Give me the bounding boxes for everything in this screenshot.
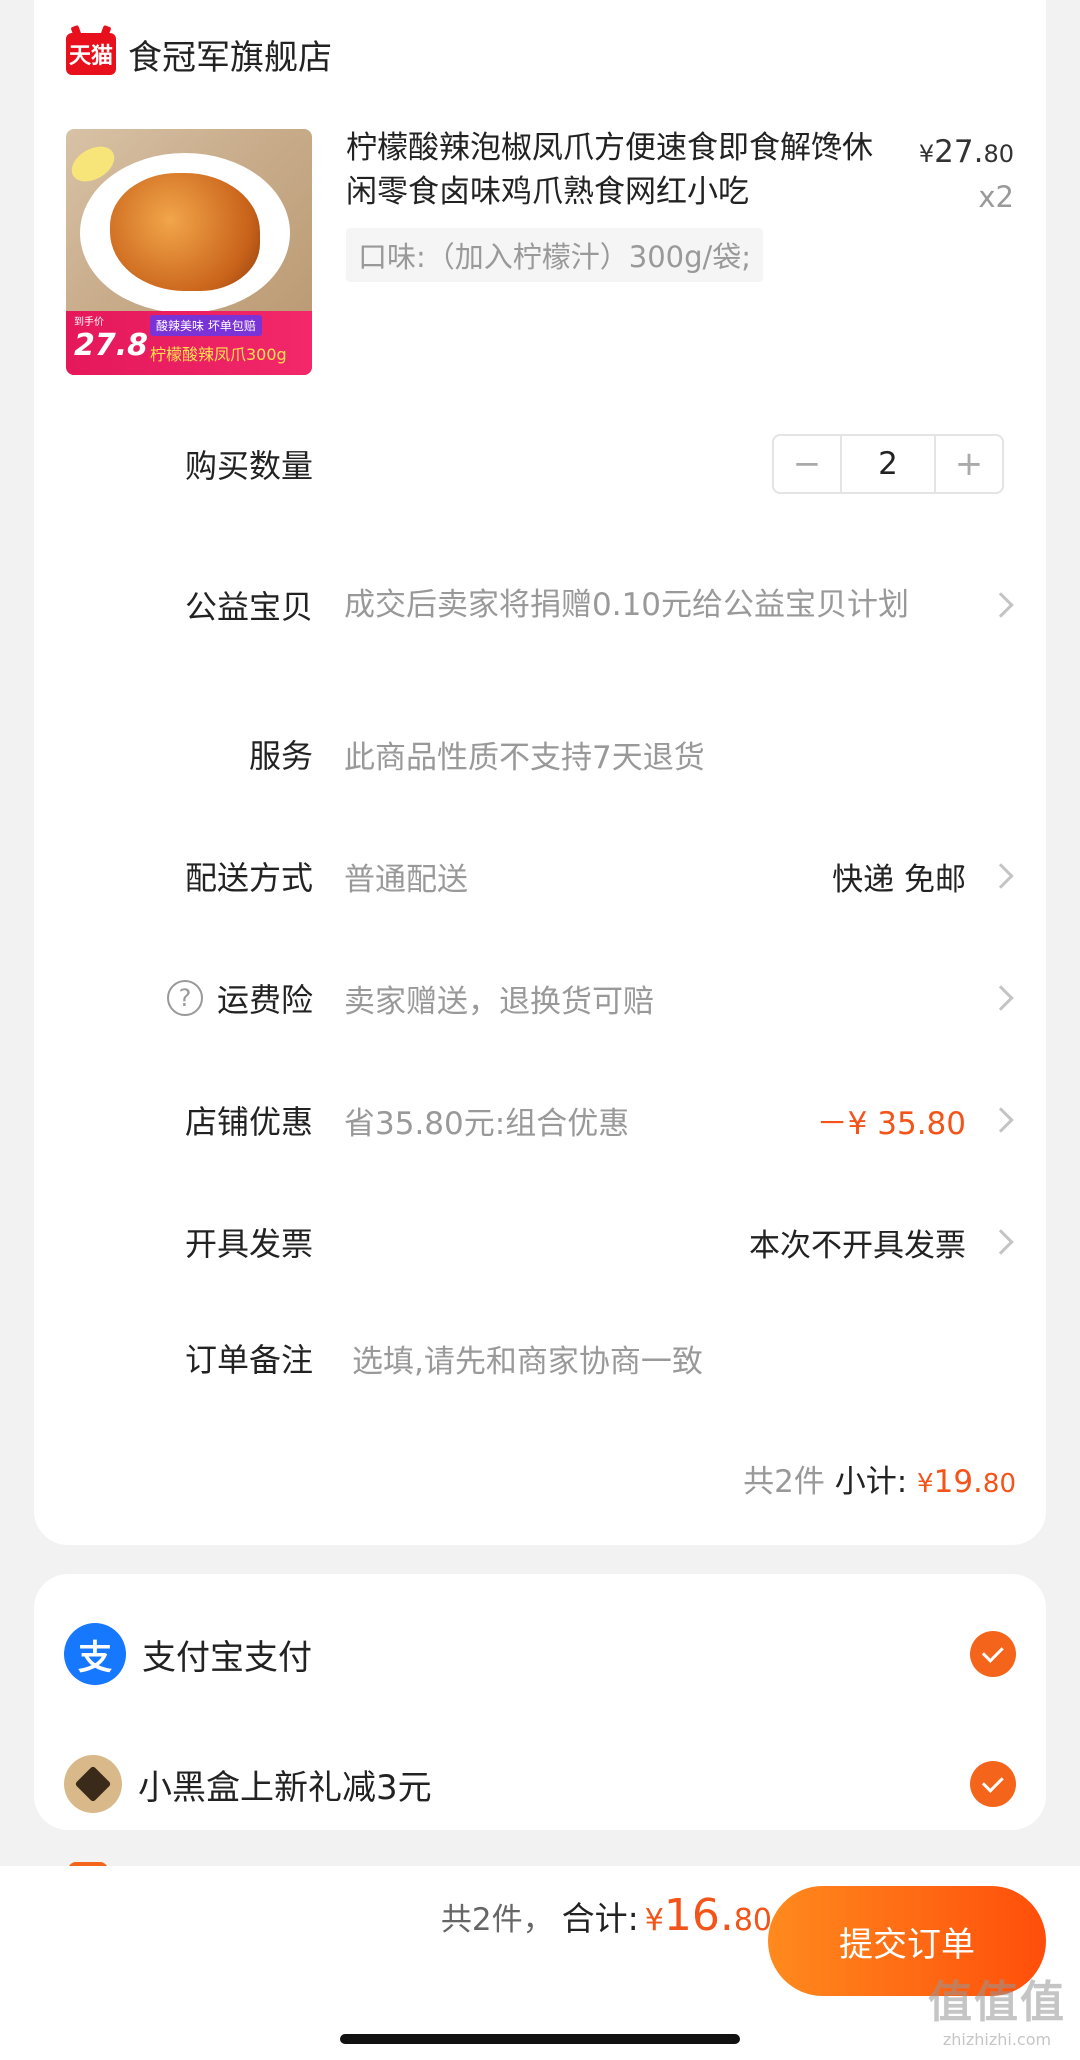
charity-value: 成交后卖家将捐赠0.10元给公益宝贝计划: [344, 587, 910, 623]
alipay-label: 支付宝支付: [142, 1637, 312, 1678]
checkmark-icon[interactable]: [970, 1631, 1016, 1677]
checkmark-icon[interactable]: [970, 1761, 1016, 1807]
product-image[interactable]: 到手价 27.8 酸辣美味 坏单包赔 柠檬酸辣凤爪300g: [66, 129, 312, 375]
delivery-method: 快递 免邮: [832, 861, 966, 898]
delivery-label: 配送方式: [184, 859, 313, 897]
chevron-right-icon: [988, 863, 1014, 889]
quantity-value[interactable]: 2: [840, 436, 936, 492]
tmall-logo-icon: 天猫: [66, 33, 116, 75]
unit-price: ¥27.80: [918, 134, 1014, 170]
service-value: 此商品性质不支持7天退货: [344, 739, 705, 776]
store-header[interactable]: 天猫 食冠军旗舰店: [66, 26, 332, 82]
service-row: 服务 此商品性质不支持7天退货: [34, 726, 1046, 782]
charity-label: 公益宝贝: [184, 588, 313, 626]
alipay-icon: 支: [64, 1623, 126, 1685]
black-box-icon: [64, 1755, 122, 1813]
blackbox-label: 小黑盒上新礼减3元: [138, 1767, 432, 1808]
chevron-right-icon: [988, 1107, 1014, 1133]
order-card: 天猫 食冠军旗舰店 到手价 27.8 酸辣美味 坏单包赔 柠檬酸辣凤爪300g 柠…: [34, 0, 1046, 1545]
charity-row[interactable]: 公益宝贝 成交后卖家将捐赠0.10元给公益宝贝计划: [34, 560, 1046, 650]
item-quantity: x2: [978, 180, 1014, 214]
shipping-insurance-label: 运费险: [216, 981, 313, 1019]
shipping-insurance-value: 卖家赠送，退换货可赔: [344, 983, 654, 1020]
order-note-label: 订单备注: [184, 1341, 313, 1379]
quantity-row: 购买数量 − 2 +: [34, 434, 1046, 494]
delivery-value: 普通配送: [344, 861, 468, 898]
product-title[interactable]: 柠檬酸辣泡椒凤爪方便速食即食解馋休闲零食卤味鸡爪熟食网红小吃: [346, 126, 886, 214]
order-note-input[interactable]: 选填,请先和商家协商一致: [352, 1336, 703, 1381]
help-icon[interactable]: ?: [166, 980, 203, 1016]
home-indicator: [340, 2034, 740, 2044]
order-total: 共2件， 合计: ¥16.80: [440, 1890, 772, 1941]
increase-button[interactable]: +: [936, 436, 1002, 492]
quantity-stepper: − 2 +: [772, 434, 1004, 494]
checkout-page: 天猫 食冠军旗舰店 到手价 27.8 酸辣美味 坏单包赔 柠檬酸辣凤爪300g 柠…: [0, 0, 1080, 2060]
chevron-right-icon: [988, 1229, 1014, 1255]
image-price-badge: 到手价 27.8 酸辣美味 坏单包赔 柠檬酸辣凤爪300g: [66, 311, 312, 375]
delivery-row[interactable]: 配送方式 普通配送 快递 免邮: [34, 848, 1046, 904]
invoice-label: 开具发票: [184, 1225, 313, 1263]
quantity-label: 购买数量: [184, 447, 313, 485]
invoice-value: 本次不开具发票: [749, 1227, 966, 1264]
blackbox-option[interactable]: 小黑盒上新礼减3元: [64, 1752, 1016, 1816]
service-label: 服务: [248, 737, 313, 775]
store-discount-label: 店铺优惠: [184, 1103, 313, 1141]
subtotal: 共2件 小计: ¥19.80: [743, 1464, 1016, 1500]
store-discount-row[interactable]: 店铺优惠 省35.80元:组合优惠 －¥ 35.80: [34, 1092, 1046, 1148]
payment-card: 支 支付宝支付 小黑盒上新礼减3元: [34, 1574, 1046, 1830]
shipping-insurance-row[interactable]: ? 运费险 卖家赠送，退换货可赔: [34, 970, 1046, 1026]
sku-spec: 口味:（加入柠檬汁）300g/袋;: [346, 228, 764, 282]
invoice-row[interactable]: 开具发票 本次不开具发票: [34, 1214, 1046, 1270]
store-discount-value: 省35.80元:组合优惠: [344, 1105, 630, 1142]
order-note-row: 订单备注 选填,请先和商家协商一致: [34, 1330, 1046, 1386]
decrease-button[interactable]: −: [774, 436, 840, 492]
discount-amount: －¥ 35.80: [816, 1105, 966, 1142]
checkout-bar: 共2件， 合计: ¥16.80 提交订单 值值值 zhizhizhi.com: [0, 1866, 1080, 2060]
store-name: 食冠军旗舰店: [128, 37, 332, 78]
watermark: 值值值 zhizhizhi.com: [928, 1977, 1066, 2049]
alipay-option[interactable]: 支 支付宝支付: [64, 1620, 1016, 1688]
food-graphic: [110, 173, 260, 291]
chevron-right-icon: [988, 592, 1014, 618]
chevron-right-icon: [988, 985, 1014, 1011]
shipping-insurance-label-group: ? 运费险: [166, 975, 313, 1021]
